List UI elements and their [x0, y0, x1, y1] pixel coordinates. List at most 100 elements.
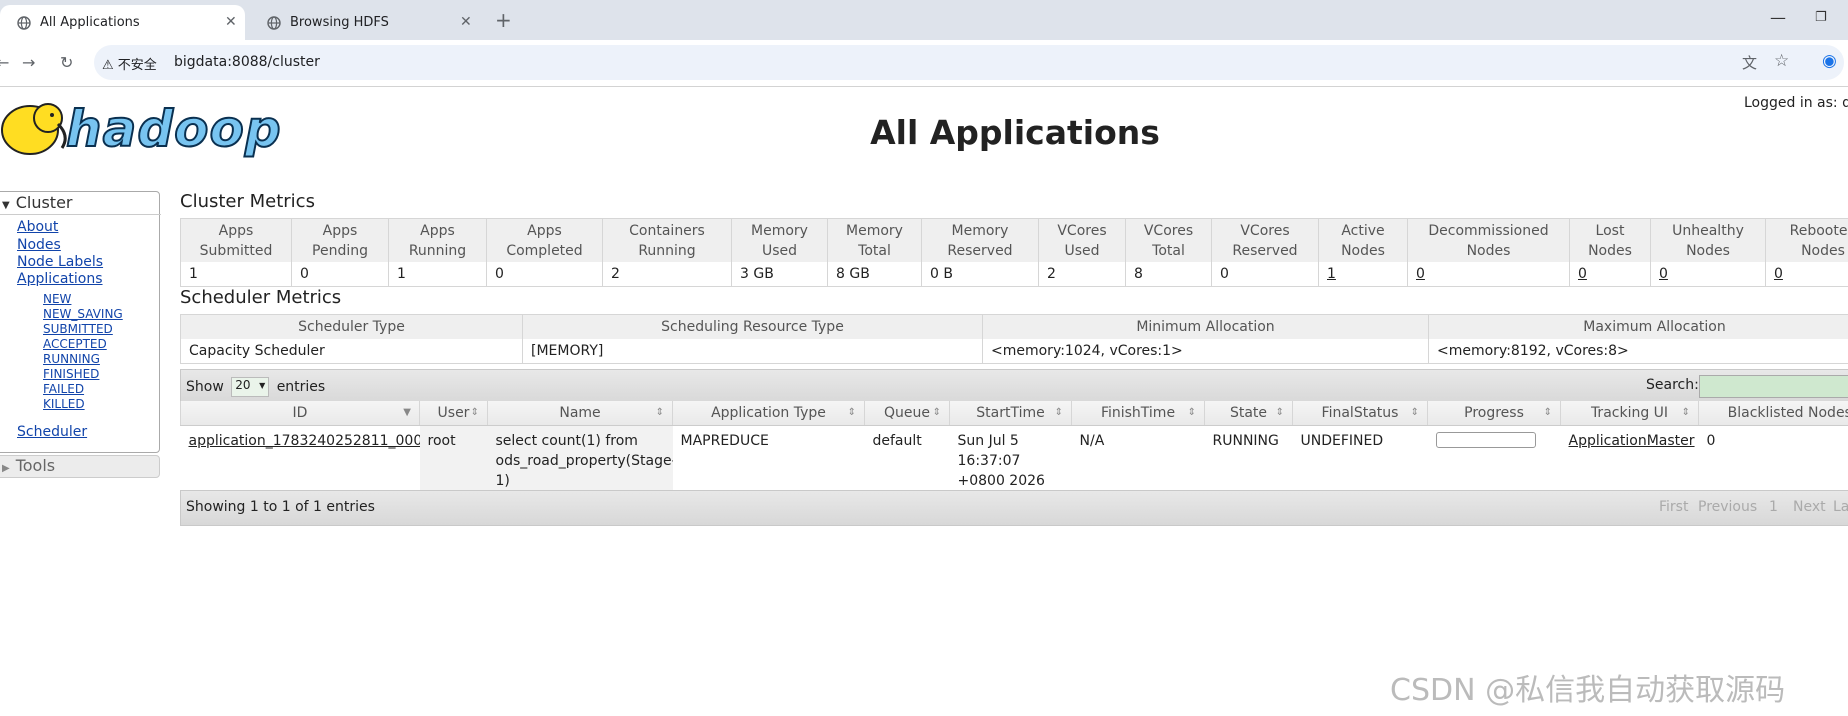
reload-icon[interactable]: ↻: [60, 53, 73, 72]
tab-browsing-hdfs[interactable]: Browsing HDFS ✕: [250, 5, 485, 40]
column-header-id[interactable]: ID ▼: [180, 401, 420, 426]
tracking-ui-link[interactable]: ApplicationMaster: [1569, 433, 1695, 449]
close-tab-icon[interactable]: ✕: [460, 14, 472, 30]
cluster-label: Cluster: [15, 193, 73, 212]
bookmark-star-icon[interactable]: ☆: [1774, 51, 1789, 71]
metric-memory-used: 3 GB: [731, 262, 828, 287]
sort-icon: ⇕: [1410, 407, 1419, 418]
column-header-name[interactable]: Name ⇕: [487, 401, 673, 426]
cluster-metrics-header-row: Apps Submitted Apps Pending Apps Running Ap…: [180, 218, 1848, 262]
profile-icon[interactable]: ◉: [1822, 51, 1837, 71]
restore-icon[interactable]: ❐: [1815, 10, 1827, 25]
search-input[interactable]: [1699, 375, 1848, 398]
chevron-down-icon: ▼: [259, 381, 266, 390]
metric-vcores-used: 2: [1038, 262, 1126, 287]
cluster-nav-header[interactable]: ▼ Cluster: [0, 193, 161, 215]
minimize-icon[interactable]: —: [1770, 8, 1786, 27]
nav-link-applications[interactable]: Applications: [17, 271, 103, 287]
metric-containers-running: 2: [602, 262, 732, 287]
metric-header: Apps Submitted: [180, 218, 292, 262]
forward-arrow-icon[interactable]: →: [22, 53, 35, 72]
sort-icon: ⇕: [655, 407, 664, 418]
sort-icon: ⇕: [1275, 407, 1284, 418]
metric-header: Apps Pending: [291, 218, 389, 262]
nav-state-accepted[interactable]: ACCEPTED: [43, 337, 107, 351]
new-tab-button[interactable]: +: [495, 8, 512, 32]
nav-link-node-labels[interactable]: Node Labels: [17, 254, 103, 270]
back-arrow-icon[interactable]: ←: [0, 53, 9, 72]
nav-state-finished[interactable]: FINISHED: [43, 367, 99, 381]
metric-decommissioned-nodes-cell: 0: [1407, 262, 1570, 287]
metric-apps-running: 1: [388, 262, 487, 287]
column-header-final-status[interactable]: FinalStatus ⇕: [1292, 401, 1428, 426]
search-label: Search:: [1646, 377, 1699, 393]
translate-icon[interactable]: 文: [1742, 52, 1757, 73]
metric-memory-total: 8 GB: [827, 262, 922, 287]
security-indicator[interactable]: ⚠ 不安全: [102, 54, 157, 73]
progress-bar: [1435, 432, 1536, 448]
tab-all-applications[interactable]: All Applications ✕: [0, 5, 245, 40]
address-bar[interactable]: ⚠ 不安全 bigdata:8088/cluster 文 ☆: [94, 45, 1844, 80]
pager-first[interactable]: First: [1659, 499, 1688, 515]
nav-link-nodes[interactable]: Nodes: [17, 237, 61, 253]
sort-icon: ⇕: [1681, 407, 1690, 418]
warning-icon: ⚠: [102, 58, 114, 73]
url-text[interactable]: bigdata:8088/cluster: [174, 54, 320, 70]
nav-link-scheduler[interactable]: Scheduler: [17, 424, 87, 440]
scheduler-metrics-heading: Scheduler Metrics: [180, 287, 342, 308]
entries-select-value: 20: [235, 378, 251, 392]
maximum-allocation: <memory:8192, vCores:8>: [1428, 339, 1848, 364]
cluster-metrics-table: Apps Submitted Apps Pending Apps Running Ap…: [180, 218, 1848, 287]
column-header-tracking-ui[interactable]: Tracking UI ⇕: [1560, 401, 1699, 426]
column-header-blacklisted-nodes[interactable]: Blacklisted Nodes: [1698, 401, 1848, 426]
scheduler-type: Capacity Scheduler: [180, 339, 523, 364]
scheduler-metrics-value-row: Capacity Scheduler [MEMORY] <memory:1024…: [180, 339, 1848, 364]
nav-link-about[interactable]: About: [17, 219, 58, 235]
metric-rebooted-nodes-link[interactable]: 0: [1774, 266, 1783, 282]
sort-icon: ⇕: [1187, 407, 1196, 418]
scheduler-header: Scheduling Resource Type: [522, 314, 983, 339]
table-info: Showing 1 to 1 of 1 entries: [186, 499, 375, 515]
column-header-finish-time[interactable]: FinishTime ⇕: [1071, 401, 1205, 426]
column-header-application-type[interactable]: Application Type ⇕: [672, 401, 865, 426]
apps-table-toolbar: Show 20 ▼ entries Search:: [180, 369, 1848, 404]
pager-previous[interactable]: Previous: [1698, 499, 1757, 515]
metric-lost-nodes-cell: 0: [1569, 262, 1651, 287]
nav-state-failed[interactable]: FAILED: [43, 382, 84, 396]
scheduling-resource-type: [MEMORY]: [522, 339, 983, 364]
sort-desc-icon: ▼: [403, 407, 411, 418]
column-header-start-time[interactable]: StartTime ⇕: [949, 401, 1072, 426]
metric-header: VCores Used: [1038, 218, 1126, 262]
nav-state-new[interactable]: NEW: [43, 292, 71, 306]
cluster-metrics-heading: Cluster Metrics: [180, 191, 315, 212]
entries-select[interactable]: 20 ▼: [231, 377, 270, 397]
column-header-queue[interactable]: Queue ⇕: [864, 401, 950, 426]
metric-unhealthy-nodes-link[interactable]: 0: [1659, 266, 1668, 282]
nav-state-killed[interactable]: KILLED: [43, 397, 85, 411]
triangle-right-icon: ▶: [2, 463, 10, 474]
close-tab-icon[interactable]: ✕: [225, 14, 237, 30]
app-id-link[interactable]: application_1783240252811_0001: [189, 433, 420, 449]
browser-toolbar: ← → ↻ ⚠ 不安全 bigdata:8088/cluster 文 ☆ ◉: [0, 40, 1848, 87]
pager-last[interactable]: Last: [1833, 499, 1848, 515]
column-header-progress[interactable]: Progress ⇕: [1427, 401, 1561, 426]
metric-unhealthy-nodes-cell: 0: [1650, 262, 1766, 287]
metric-header: RebootedNodes: [1765, 218, 1848, 262]
pager-page[interactable]: 1: [1769, 499, 1778, 515]
nav-state-submitted[interactable]: SUBMITTED: [43, 322, 113, 336]
cluster-metrics-value-row: 1 0 1 0 2 3 GB 8 GB 0 B 2 8 0 1 0 0 0 0: [180, 262, 1848, 287]
scheduler-header: Minimum Allocation: [982, 314, 1429, 339]
column-header-user[interactable]: User ⇕: [419, 401, 488, 426]
tools-nav-header[interactable]: ▶ Tools: [0, 455, 160, 478]
metric-lost-nodes-link[interactable]: 0: [1578, 266, 1587, 282]
metric-decommissioned-nodes-link[interactable]: 0: [1416, 266, 1425, 282]
metric-active-nodes-link[interactable]: 1: [1327, 266, 1336, 282]
nav-state-running[interactable]: RUNNING: [43, 352, 100, 366]
pager-next[interactable]: Next: [1793, 499, 1826, 515]
sort-icon: ⇕: [470, 407, 479, 418]
length-label: Show 20 ▼ entries: [186, 377, 326, 397]
nav-state-new-saving[interactable]: NEW_SAVING: [43, 307, 123, 321]
scheduler-metrics-header-row: Scheduler Type Scheduling Resource Type …: [180, 314, 1848, 339]
column-header-state[interactable]: State ⇕: [1204, 401, 1293, 426]
metric-header: Memory Total: [827, 218, 922, 262]
